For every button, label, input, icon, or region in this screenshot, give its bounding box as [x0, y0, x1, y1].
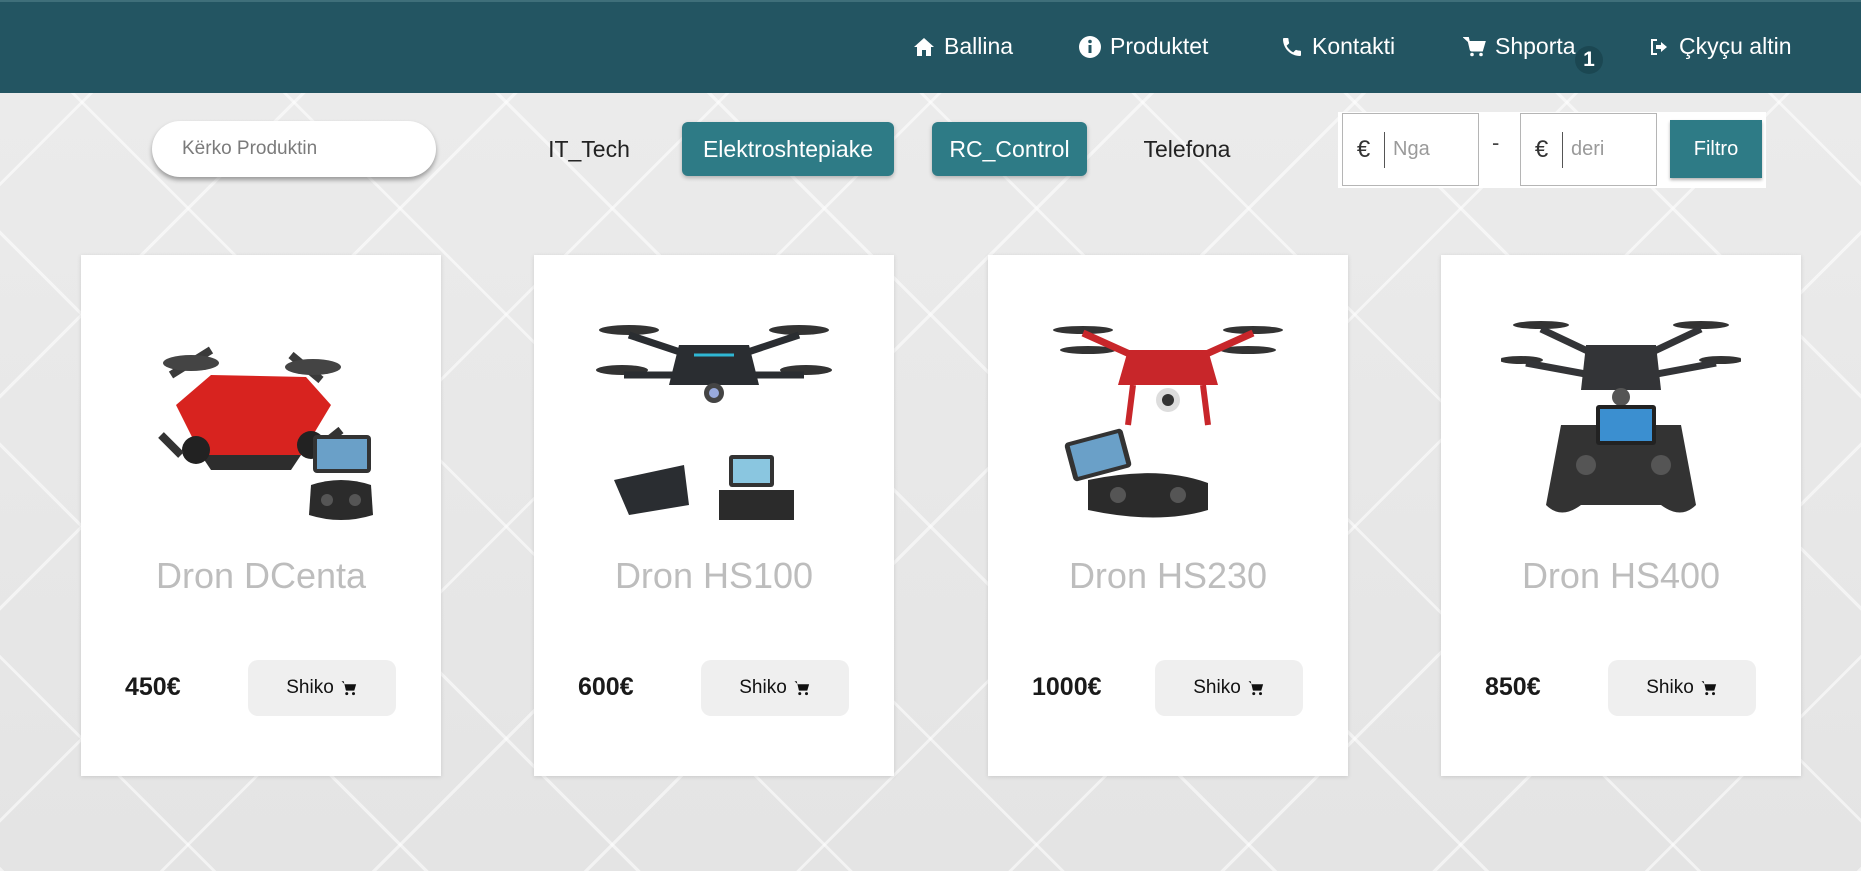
product-card: Dron HS400 850€ Shiko — [1441, 255, 1801, 776]
view-button-label: Shiko — [1193, 677, 1241, 698]
price-from-input[interactable] — [1393, 138, 1473, 161]
view-button-label: Shiko — [286, 677, 334, 698]
view-product-button[interactable]: Shiko — [248, 660, 396, 716]
view-button-label: Shiko — [739, 677, 787, 698]
price-from-currency: € — [1343, 131, 1385, 168]
nav-products-link[interactable]: Produktet — [1078, 0, 1208, 93]
product-title: Dron HS400 — [1521, 555, 1721, 596]
price-from-field: € — [1342, 113, 1479, 186]
nav-contact-link[interactable]: Kontakti — [1280, 0, 1395, 93]
product-price: 850€ — [1485, 673, 1541, 701]
info-icon — [1079, 35, 1101, 58]
product-title: Dron HS230 — [1068, 555, 1268, 596]
price-range-separator: - — [1492, 130, 1500, 155]
drone-folded-icon — [614, 465, 689, 515]
nav-cart-link[interactable]: Shporta — [1463, 0, 1576, 93]
nav-contact-label: Kontakti — [1312, 33, 1396, 59]
filter-button[interactable]: Filtro — [1670, 120, 1762, 178]
view-button-label: Shiko — [1646, 677, 1694, 698]
category-telefona[interactable]: Telefona — [1128, 122, 1246, 176]
cart-icon — [1463, 36, 1486, 56]
product-image — [1501, 321, 1741, 513]
nav-logout-label: Çkyçu altin — [1679, 33, 1792, 59]
controller-icon — [309, 435, 373, 520]
view-product-button[interactable]: Shiko — [701, 660, 849, 716]
product-image — [1053, 326, 1283, 518]
product-price: 600€ — [578, 673, 634, 701]
product-card: Dron HS100 600€ Shiko — [534, 255, 894, 776]
cart-icon — [1701, 681, 1716, 696]
category-it-tech[interactable]: IT_Tech — [535, 122, 643, 176]
category-rc-control[interactable]: RC_Control — [932, 122, 1087, 176]
drone-icon — [1053, 326, 1283, 426]
cart-count-badge: 1 — [1575, 46, 1603, 74]
price-to-currency: € — [1521, 131, 1563, 168]
drone-icon — [1501, 321, 1741, 406]
cart-icon — [794, 681, 809, 696]
price-to-field: € — [1520, 113, 1657, 186]
controller-icon — [1546, 405, 1696, 513]
product-price: 1000€ — [1032, 673, 1102, 701]
product-title: Dron DCenta — [155, 555, 367, 596]
product-image — [158, 346, 373, 520]
nav-products-label: Produktet — [1110, 33, 1209, 59]
product-title: Dron HS100 — [614, 555, 814, 596]
nav-home-link[interactable]: Ballina — [912, 0, 1013, 93]
logout-icon — [1651, 38, 1667, 55]
drone-icon — [596, 325, 832, 403]
search-input[interactable] — [152, 121, 436, 177]
view-product-button[interactable]: Shiko — [1155, 660, 1303, 716]
view-product-button[interactable]: Shiko — [1608, 660, 1756, 716]
nav-home-label: Ballina — [944, 33, 1014, 59]
category-elektroshtepiake[interactable]: Elektroshtepiake — [682, 122, 894, 176]
cart-icon — [341, 681, 356, 696]
phone-icon — [1283, 37, 1301, 56]
controller-icon — [1064, 428, 1208, 518]
product-card: Dron DCenta 450€ Shiko — [81, 255, 441, 776]
nav-cart-label: Shporta — [1495, 33, 1576, 59]
price-to-input[interactable] — [1571, 138, 1651, 161]
product-image — [596, 325, 832, 520]
cart-icon — [1248, 681, 1263, 696]
home-icon — [914, 37, 934, 56]
product-price: 450€ — [125, 673, 181, 701]
controller-icon — [719, 455, 794, 520]
product-card: Dron HS230 1000€ Shiko — [988, 255, 1348, 776]
nav-logout-link[interactable]: Çkyçu altin — [1647, 0, 1791, 93]
